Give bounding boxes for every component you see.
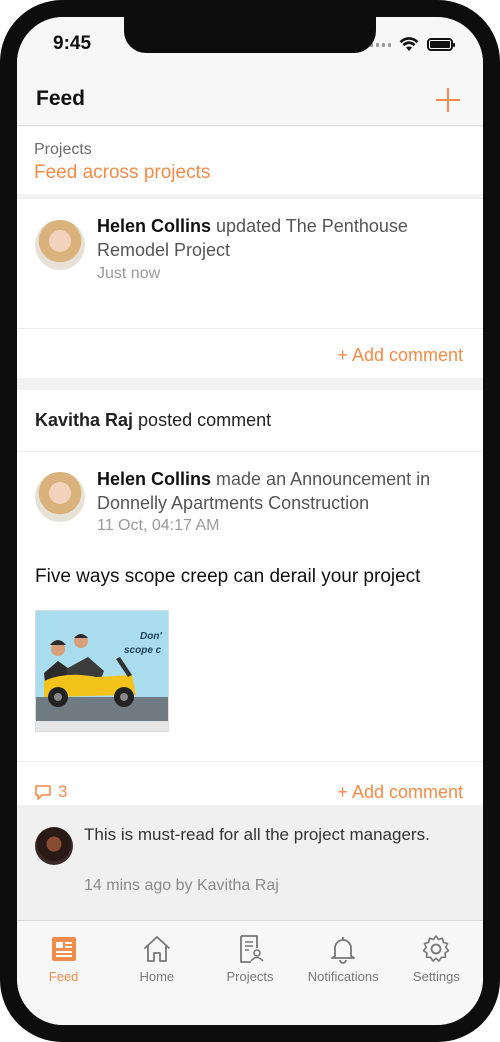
tab-label: Feed	[48, 969, 79, 984]
status-time: 9:45	[53, 33, 92, 54]
bell-icon	[331, 937, 356, 964]
comment-icon	[35, 784, 51, 800]
screen: 9:45 Feed Projects Feed across projects	[17, 17, 483, 1025]
notch	[124, 17, 376, 53]
gear-icon	[423, 935, 450, 962]
feed-card: Helen Collins updated The Penthouse Remo…	[17, 199, 483, 378]
tab-settings[interactable]: Settings	[390, 921, 483, 1025]
projects-icon	[240, 935, 264, 963]
tab-feed[interactable]: Feed	[17, 921, 110, 1025]
post-author[interactable]: Helen Collins	[97, 469, 211, 489]
feed-card: Kavitha Raj posted comment Helen Collins…	[17, 390, 483, 933]
comment-meta: 14 mins ago by Kavitha Raj	[84, 877, 279, 894]
comment-item: This is must-read for all the project ma…	[17, 805, 483, 933]
avatar[interactable]	[35, 472, 85, 522]
signal-icon	[370, 42, 391, 47]
project-selector[interactable]: Projects Feed across projects	[17, 127, 483, 194]
add-comment-button[interactable]: + Add comment	[337, 345, 463, 366]
tab-label: Home	[139, 969, 175, 984]
tab-home[interactable]: Home	[110, 921, 203, 1025]
battery-icon	[427, 38, 455, 51]
comment-text: This is must-read for all the project ma…	[84, 825, 430, 844]
comment-count: 3	[58, 782, 68, 801]
post-text: Helen Collins made an Announcement in Do…	[97, 467, 457, 515]
svg-text:scope c: scope c	[124, 645, 162, 656]
tab-label: Projects	[226, 969, 274, 984]
avatar[interactable]	[35, 827, 73, 865]
feed-icon	[51, 937, 76, 961]
nav-bar: Feed	[17, 77, 483, 126]
home-icon	[143, 936, 170, 962]
poster-name[interactable]: Kavitha Raj	[35, 410, 133, 430]
projects-label: Projects	[34, 141, 92, 158]
activity-header: Kavitha Raj posted comment	[35, 410, 271, 431]
post-time: 11 Oct, 04:17 AM	[97, 517, 220, 534]
projects-value[interactable]: Feed across projects	[34, 162, 210, 184]
status-icons	[370, 37, 455, 52]
phone-frame: 9:45 Feed Projects Feed across projects	[0, 0, 500, 1042]
divider	[17, 328, 483, 329]
post-time: Just now	[97, 265, 161, 282]
tab-notifications[interactable]: Notifications	[297, 921, 390, 1025]
add-comment-button[interactable]: + Add comment	[337, 782, 463, 803]
post-text: Helen Collins updated The Penthouse Remo…	[97, 214, 457, 262]
tab-label: Notifications	[307, 969, 379, 984]
page-title: Feed	[36, 87, 86, 110]
post-thumbnail[interactable]: Don' scope c	[35, 610, 169, 732]
post-headline: Five ways scope creep can derail your pr…	[35, 566, 421, 587]
poster-action: posted comment	[133, 410, 272, 430]
scooter-illustration: Don' scope c	[36, 611, 168, 731]
tab-projects[interactable]: Projects	[203, 921, 296, 1025]
post-author[interactable]: Helen Collins	[97, 216, 211, 236]
tab-label: Settings	[412, 969, 460, 984]
divider	[17, 761, 483, 762]
svg-text:Don': Don'	[140, 631, 162, 642]
tab-bar: Feed Home Projects Notifications Setting…	[17, 920, 483, 1025]
avatar[interactable]	[35, 220, 85, 270]
comment-count-button[interactable]: 3	[34, 782, 67, 802]
add-icon[interactable]	[435, 87, 461, 113]
divider	[17, 451, 483, 452]
wifi-icon	[399, 37, 419, 51]
